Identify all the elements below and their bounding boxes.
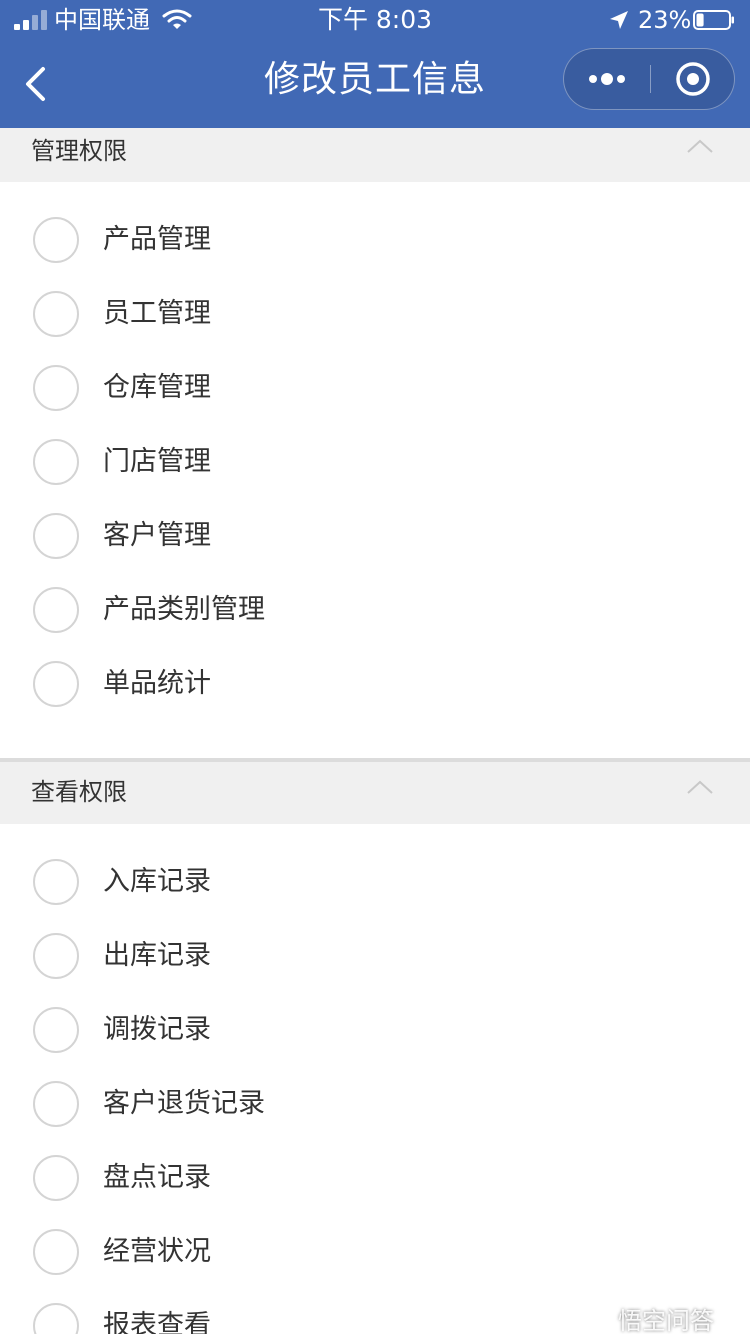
- radio-circle-icon[interactable]: [33, 1303, 79, 1334]
- back-button[interactable]: [14, 60, 56, 108]
- radio-circle-icon[interactable]: [33, 1155, 79, 1201]
- permission-option-label: 客户退货记录: [103, 1088, 265, 1119]
- permission-option-label: 产品类别管理: [103, 594, 265, 625]
- radio-circle-icon[interactable]: [33, 1229, 79, 1275]
- permission-option-label: 出库记录: [103, 940, 211, 971]
- chevron-up-icon: [687, 139, 713, 153]
- management-permission-list: 产品管理员工管理仓库管理门店管理客户管理产品类别管理 单品统计: [0, 203, 750, 721]
- permission-option-label: 产品管理: [103, 224, 211, 255]
- permission-option-label: 仓库管理: [103, 372, 211, 403]
- radio-circle-icon[interactable]: [33, 1081, 79, 1127]
- section-title: 管理权限: [31, 137, 127, 165]
- view-permission-list: 入库记录出库记录调拨记录客户退货记录 盘点记录经营状况报表查看: [0, 845, 750, 1334]
- top-bar: 中国联通 下午 8:03 23% 修改员工信息: [0, 0, 750, 128]
- navigation-bar: 修改员工信息: [0, 40, 750, 128]
- back-chevron-icon: [26, 67, 45, 101]
- chevron-up-icon: [687, 780, 713, 794]
- permission-option-label: 单品统计: [103, 668, 211, 699]
- watermark-text: 悟空问答: [618, 1306, 714, 1334]
- section-header-view[interactable]: 查看权限: [0, 762, 750, 824]
- radio-circle-icon[interactable]: [33, 661, 79, 707]
- permission-option[interactable]: 单品统计: [0, 647, 750, 721]
- close-mini-program-button[interactable]: [651, 49, 735, 109]
- radio-circle-icon[interactable]: [33, 933, 79, 979]
- permission-option[interactable]: 入库记录: [0, 845, 750, 919]
- radio-circle-icon[interactable]: [33, 859, 79, 905]
- permission-option[interactable]: 仓库管理: [0, 351, 750, 425]
- permission-option-label: 调拨记录: [103, 1014, 211, 1045]
- location-arrow-icon: [610, 11, 628, 29]
- page-title: 修改员工信息: [263, 59, 486, 100]
- status-bar: 中国联通 下午 8:03 23%: [0, 0, 750, 40]
- radio-circle-icon[interactable]: [33, 365, 79, 411]
- permission-option-label: 员工管理: [103, 298, 211, 329]
- permission-option-label: 报表查看: [103, 1310, 211, 1334]
- screen: 中国联通 下午 8:03 23% 修改员工信息 管理权限 产品管理 员工管理 仓…: [0, 0, 750, 1334]
- permission-option[interactable]: 产品管理: [0, 203, 750, 277]
- radio-circle-icon[interactable]: [33, 587, 79, 633]
- radio-circle-icon[interactable]: [33, 217, 79, 263]
- radio-circle-icon[interactable]: [33, 513, 79, 559]
- permission-option-label: 客户管理: [103, 520, 211, 551]
- watermark: 悟空问答: [580, 1302, 714, 1334]
- battery-icon: [693, 10, 734, 30]
- permission-option[interactable]: 经营状况: [0, 1215, 750, 1289]
- permission-option-label: 门店管理: [103, 446, 211, 477]
- section-header-management[interactable]: 管理权限: [0, 128, 750, 182]
- permission-option[interactable]: 门店管理: [0, 425, 750, 499]
- more-button[interactable]: [564, 49, 650, 109]
- more-dots-icon: [589, 73, 625, 85]
- radio-circle-icon[interactable]: [33, 439, 79, 485]
- chat-bubble-icon: [580, 1305, 614, 1329]
- permission-option[interactable]: 员工管理: [0, 277, 750, 351]
- mini-program-capsule: [563, 48, 735, 110]
- permission-option[interactable]: 产品类别管理: [0, 573, 750, 647]
- permission-option[interactable]: 客户退货记录: [0, 1067, 750, 1141]
- permission-option-label: 经营状况: [103, 1236, 211, 1267]
- permission-option-label: 入库记录: [103, 866, 211, 897]
- battery-percent: 23%: [638, 6, 692, 34]
- radio-circle-icon[interactable]: [33, 1007, 79, 1053]
- permission-option[interactable]: 客户管理: [0, 499, 750, 573]
- radio-circle-icon[interactable]: [33, 291, 79, 337]
- permission-option[interactable]: 出库记录: [0, 919, 750, 993]
- permission-option[interactable]: 盘点记录: [0, 1141, 750, 1215]
- permission-option-label: 盘点记录: [103, 1162, 211, 1193]
- section-title: 查看权限: [31, 778, 127, 806]
- permission-option[interactable]: 调拨记录: [0, 993, 750, 1067]
- target-circle-icon: [676, 62, 710, 96]
